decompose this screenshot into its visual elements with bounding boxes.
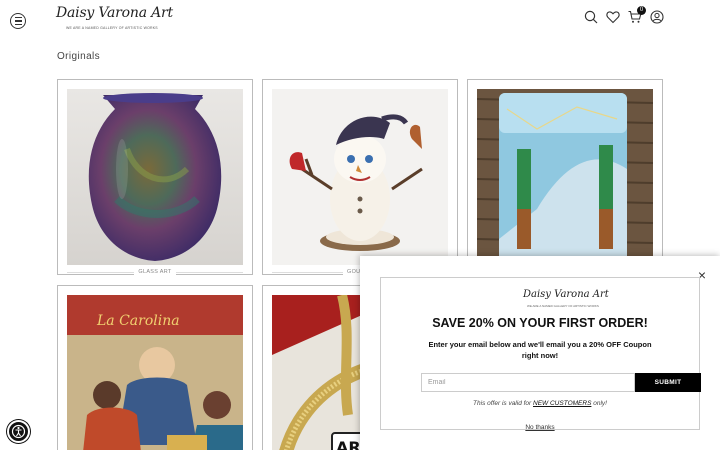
product-card[interactable]: GOURDS [262,79,458,275]
search-icon[interactable] [584,10,598,24]
accessibility-icon[interactable] [7,420,30,443]
email-input[interactable] [421,373,635,392]
collage-banner-text: La Carolina [96,313,180,329]
no-thanks-link[interactable]: No thanks [381,424,699,431]
popup-logo-script: Daisy Varona Art [523,289,609,300]
product-category: GLASS ART [58,269,252,275]
product-card[interactable]: GLASS ART [57,79,253,275]
cart-count-badge: 0 [637,6,646,15]
submit-button[interactable]: SUBMIT [635,373,701,392]
product-card[interactable] [467,79,663,275]
product-image[interactable] [272,89,448,265]
discount-popup: × Daisy Varona Art WE ARE A NAMED GALLER… [360,256,720,450]
cart-icon[interactable]: 0 [628,6,646,24]
new-customers-link[interactable]: NEW CUSTOMERS [533,400,591,407]
header-icons: 0 [584,6,664,24]
terms-prefix: This offer is valid for [473,400,534,407]
product-image[interactable] [477,89,653,265]
product-image[interactable] [67,89,243,265]
menu-icon[interactable] [10,13,26,29]
section-title: Originals [57,51,101,62]
logo-script: Daisy Varona Art [56,5,173,21]
popup-headline: SAVE 20% ON YOUR FIRST ORDER! [432,316,648,330]
site-logo[interactable]: Daisy Varona Art WE ARE A NAMED GALLERY … [56,4,173,32]
heart-icon[interactable] [606,10,620,24]
product-card[interactable]: La Carolina [57,285,253,450]
product-image[interactable]: La Carolina [67,295,243,450]
popup-content: Daisy Varona Art WE ARE A NAMED GALLERY … [380,277,701,431]
logo-tagline: WE ARE A NAMED GALLERY OF ARTISTIC WORKS [66,26,158,30]
popup-logo-tagline: WE ARE A NAMED GALLERY OF ARTISTIC WORKS [527,304,599,308]
popup-subtext: Enter your email below and we'll email y… [428,340,652,360]
jewelry-badge-text: AR [336,438,361,450]
account-icon[interactable] [650,10,664,24]
offer-terms: This offer is valid for NEW CUSTOMERS on… [381,400,699,407]
page: Daisy Varona Art WE ARE A NAMED GALLERY … [0,0,720,450]
terms-suffix: only! [591,400,607,407]
popup-logo: Daisy Varona Art WE ARE A NAMED GALLERY … [523,288,609,310]
